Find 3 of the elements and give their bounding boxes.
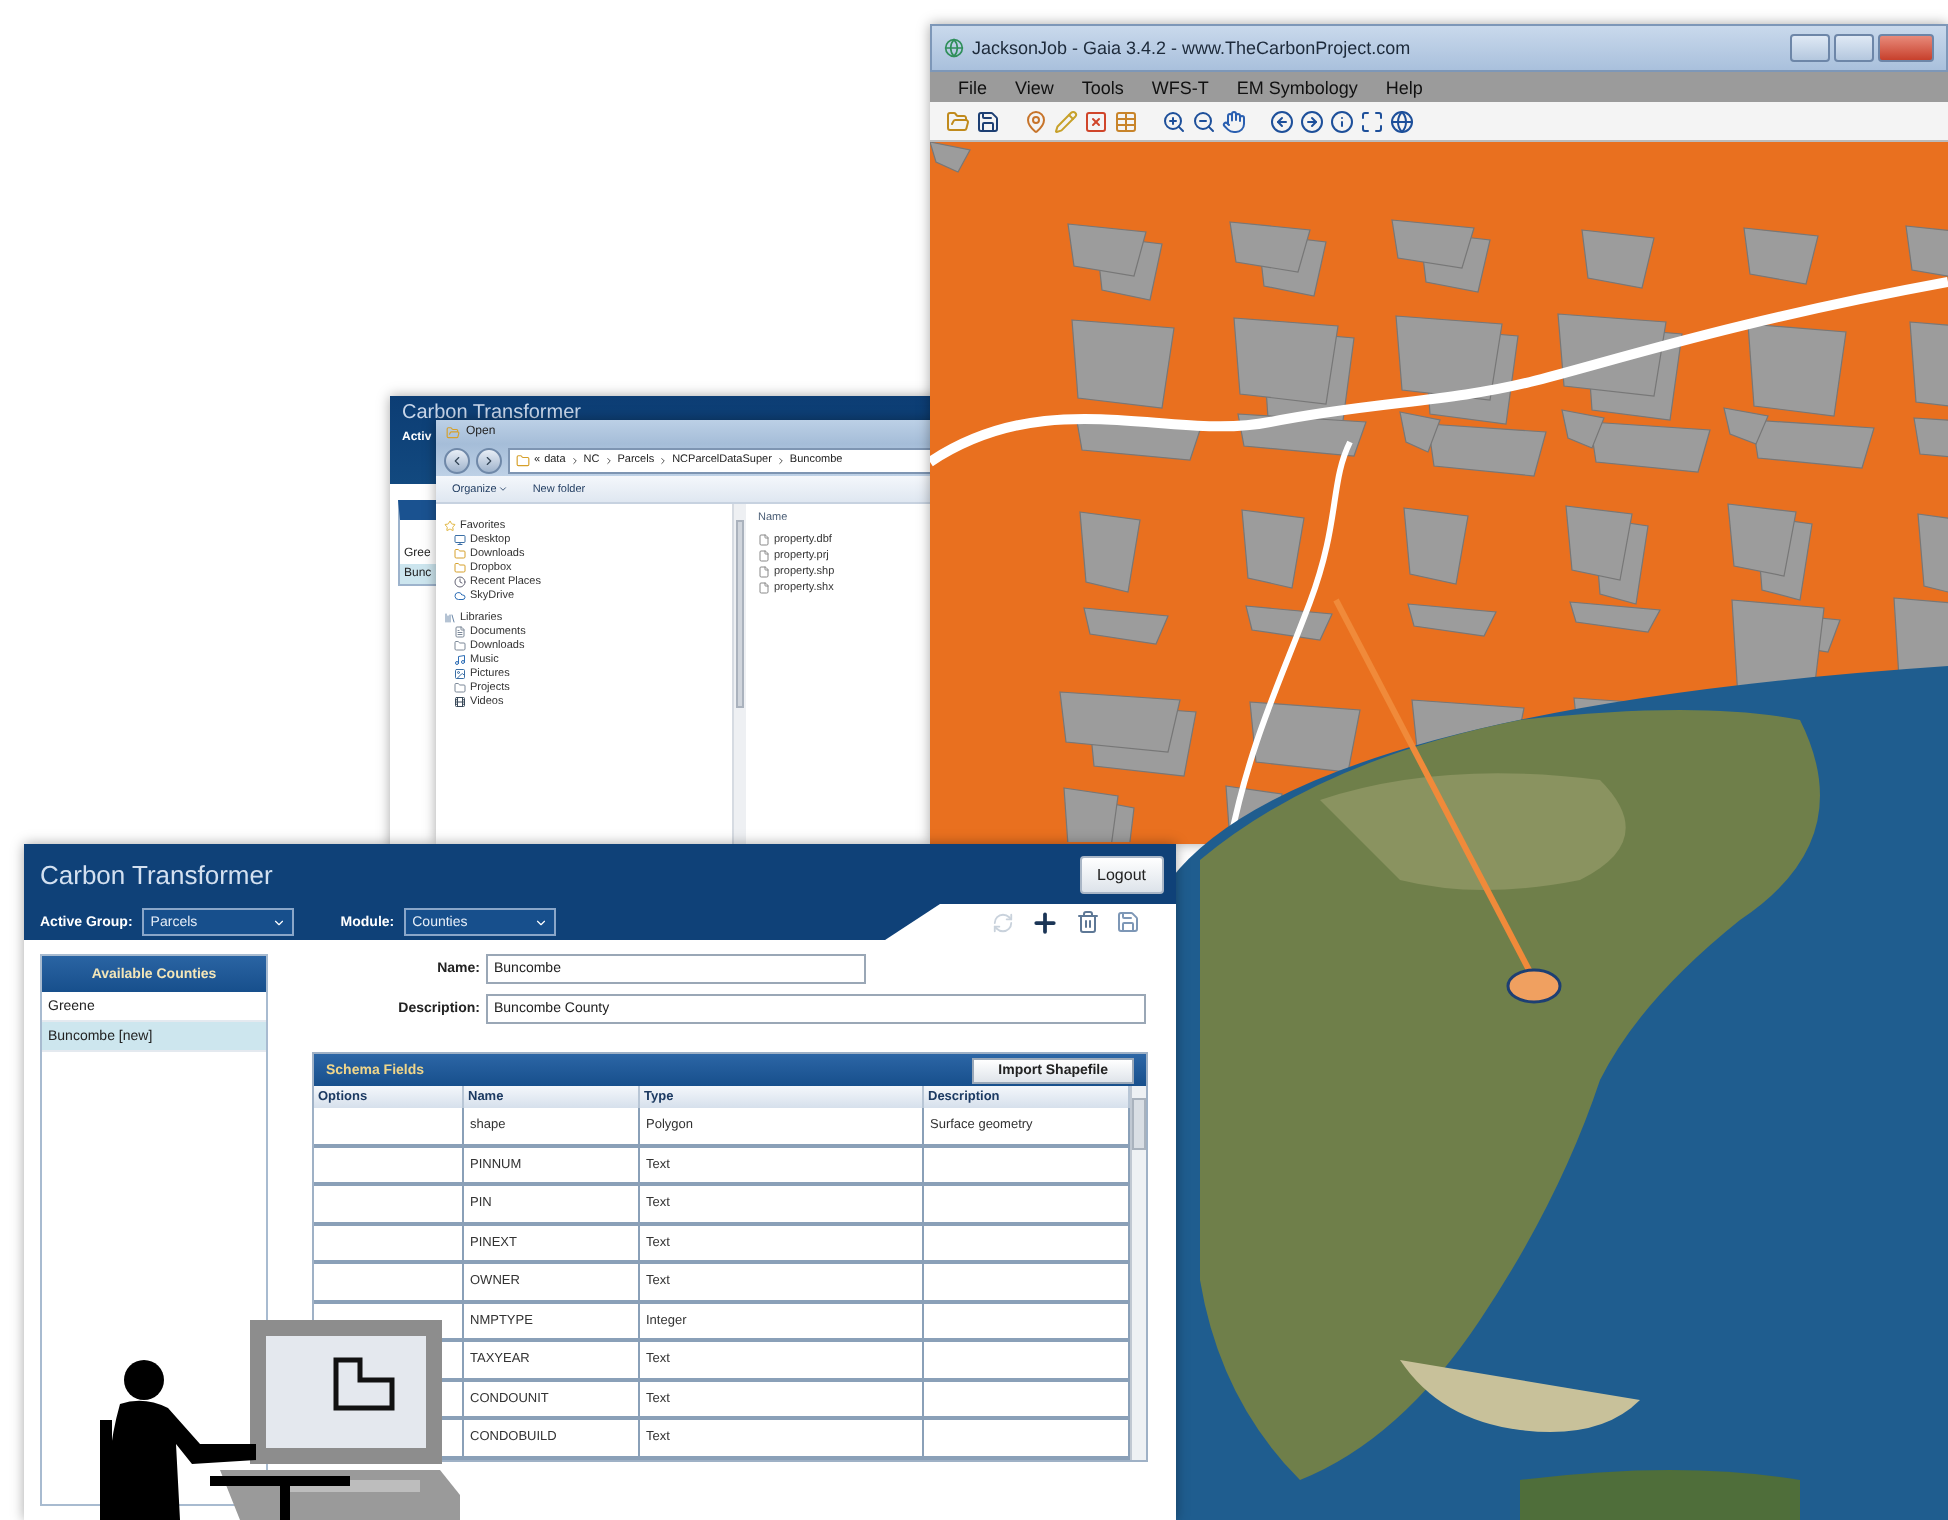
window-title: Carbon Transformer bbox=[40, 859, 273, 889]
window-title: Carbon Transformer bbox=[402, 402, 583, 424]
window-title: JacksonJob - Gaia 3.4.2 - www.TheCarbonProject.com bbox=[972, 38, 1411, 58]
